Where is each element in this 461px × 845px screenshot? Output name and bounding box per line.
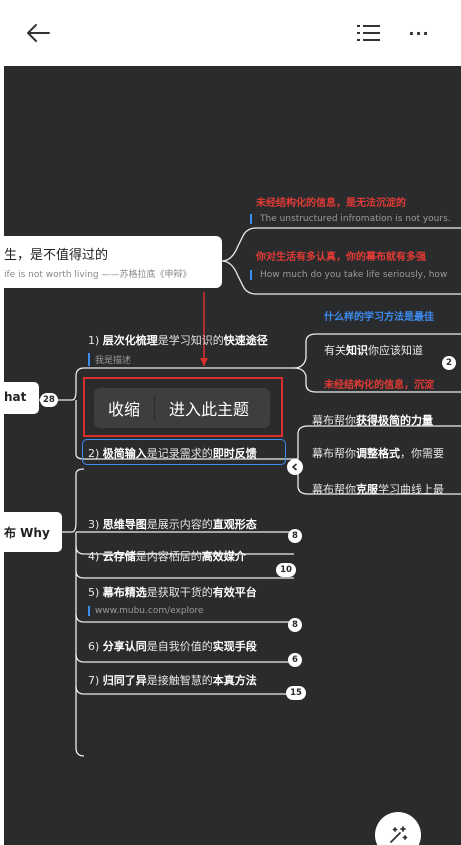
mubu-node-2[interactable]: 幕布帮你克服学习曲线上最 <box>312 481 444 497</box>
item-3-count: 8 <box>288 529 302 543</box>
mubu-node-2-post: 学习曲线上最 <box>378 483 444 496</box>
item-1[interactable]: 1) 层次化梳理是学习知识的快速途径 <box>88 332 268 348</box>
magic-wand-icon <box>390 826 408 843</box>
item-6-bold1: 分享认同 <box>102 640 147 653</box>
red-branch-sub-1: The unstructured infromation is not your… <box>250 214 451 224</box>
collapse-button[interactable]: 收缩 <box>94 396 156 420</box>
item-1-num: 1) <box>88 334 100 347</box>
mubu-node-2-bold: 克服 <box>356 483 378 496</box>
item-3-num: 3) <box>88 518 100 531</box>
item-2-mid: 是记录需求的 <box>146 447 213 460</box>
right-count-badge: 2 <box>442 356 456 370</box>
item-5-bold1: 幕布精选 <box>102 586 147 599</box>
item-2-bold2: 即时反馈 <box>212 447 257 460</box>
mubu-node-1-bold: 调整格式 <box>356 447 400 460</box>
more-button[interactable]: ··· <box>402 18 436 48</box>
item-1-bold1: 层次化梳理 <box>102 334 158 347</box>
item-6-count: 6 <box>288 653 302 667</box>
mubu-node-1-post: ，你需要 <box>400 447 444 460</box>
mubu-node-1-pre: 幕布帮你 <box>312 447 356 460</box>
right-node-1[interactable]: 有关知识你应该知道 <box>324 342 423 358</box>
red-branch-sub-2: How much do you take life seriously, how <box>250 270 447 280</box>
mubu-power-pre: 幕布帮你 <box>312 414 356 427</box>
item-5[interactable]: 5) 幕布精选是获取干货的有效平台 <box>88 584 257 600</box>
item-6-bold2: 实现手段 <box>212 640 257 653</box>
item-3-bold2: 直观形态 <box>212 518 257 531</box>
item-7-bold1: 归同了异 <box>102 674 147 687</box>
item-1-bold2: 快速途径 <box>223 334 268 347</box>
item-6[interactable]: 6) 分享认同是自我价值的实现手段 <box>88 638 257 654</box>
item-7[interactable]: 7) 归同了异是接触智慧的本真方法 <box>88 672 257 688</box>
item-5-mid: 是获取干货的 <box>146 586 213 599</box>
item-7-num: 7) <box>88 674 100 687</box>
item-7-bold2: 本真方法 <box>212 674 257 687</box>
red-branch-title-1[interactable]: 未经结构化的信息，是无法沉淀的 <box>256 194 406 209</box>
enter-topic-button[interactable]: 进入此主题 <box>155 396 263 420</box>
root-left-sub: ife is not worth living ——苏格拉底《申辩》 <box>4 270 192 280</box>
item-6-mid: 是自我价值的 <box>146 640 213 653</box>
item-5-num: 5) <box>88 586 100 599</box>
item-4-bold2: 高效媒介 <box>201 550 246 563</box>
item-4[interactable]: 4) 云存储是内容栖居的高效媒介 <box>88 548 246 564</box>
item-3-bold1: 思维导图 <box>102 518 147 531</box>
right-blue-title[interactable]: 什么样的学习方法是最佳 <box>324 308 434 323</box>
back-button[interactable] <box>20 18 56 48</box>
red-branch-title-2[interactable]: 你对生活有多认真，你的幕布就有多强 <box>256 248 426 263</box>
item-4-bold1: 云存储 <box>102 550 136 563</box>
right-node-2[interactable]: 未经结构化的信息，沉淀 <box>324 376 434 391</box>
item-1-sub: 我是描述 <box>88 353 131 366</box>
item-3-mid: 是展示内容的 <box>146 518 213 531</box>
mubu-node-2-pre: 幕布帮你 <box>312 483 356 496</box>
outline-button[interactable] <box>354 18 384 48</box>
mubu-power-bold: 获得极简的力量 <box>356 414 433 427</box>
why-node[interactable]: 布 Why <box>4 512 62 552</box>
root-left-title: 生，是不值得过的 <box>4 248 109 263</box>
item-4-mid: 是内容栖居的 <box>135 550 202 563</box>
item-4-num: 4) <box>88 550 100 563</box>
collapse-toggle[interactable] <box>287 459 303 475</box>
what-count-badge: 28 <box>40 393 58 407</box>
what-node-label: hat <box>4 390 27 404</box>
right-node-1-bold: 知识 <box>346 344 368 357</box>
mindmap-canvas[interactable]: 生，是不值得过的 ife is not worth living ——苏格拉底《… <box>4 66 461 845</box>
item-2[interactable]: 2) 极简输入是记录需求的即时反馈 <box>88 445 257 461</box>
mubu-node-1[interactable]: 幕布帮你调整格式，你需要 <box>312 445 444 461</box>
item-7-count: 15 <box>286 686 306 700</box>
root-left-node[interactable]: 生，是不值得过的 ife is not worth living ——苏格拉底《… <box>4 236 222 288</box>
list-icon <box>357 25 380 41</box>
item-7-mid: 是接触智慧的 <box>146 674 213 687</box>
what-node[interactable]: hat <box>4 382 39 414</box>
item-5-count: 8 <box>288 618 302 632</box>
item-3[interactable]: 3) 思维导图是展示内容的直观形态 <box>88 516 257 532</box>
top-bar: ··· <box>0 0 461 66</box>
mubu-power-node[interactable]: 幕布帮你获得极简的力量 <box>312 412 433 428</box>
item-6-num: 6) <box>88 640 100 653</box>
why-node-label: 布 Why <box>4 526 50 540</box>
item-2-bold1: 极简输入 <box>102 447 147 460</box>
arrow-left-icon <box>27 24 50 42</box>
item-2-num: 2) <box>88 447 100 460</box>
right-node-1-pre: 有关 <box>324 344 346 357</box>
item-1-mid: 是学习知识的 <box>157 334 224 347</box>
chevron-left-icon <box>291 463 298 471</box>
item-4-count: 10 <box>276 563 296 577</box>
right-node-1-post: 你应该知道 <box>368 344 423 357</box>
item-5-bold2: 有效平台 <box>212 586 257 599</box>
context-popup: 收缩 进入此主题 <box>94 388 270 428</box>
item-5-sub[interactable]: www.mubu.com/explore <box>88 606 204 616</box>
